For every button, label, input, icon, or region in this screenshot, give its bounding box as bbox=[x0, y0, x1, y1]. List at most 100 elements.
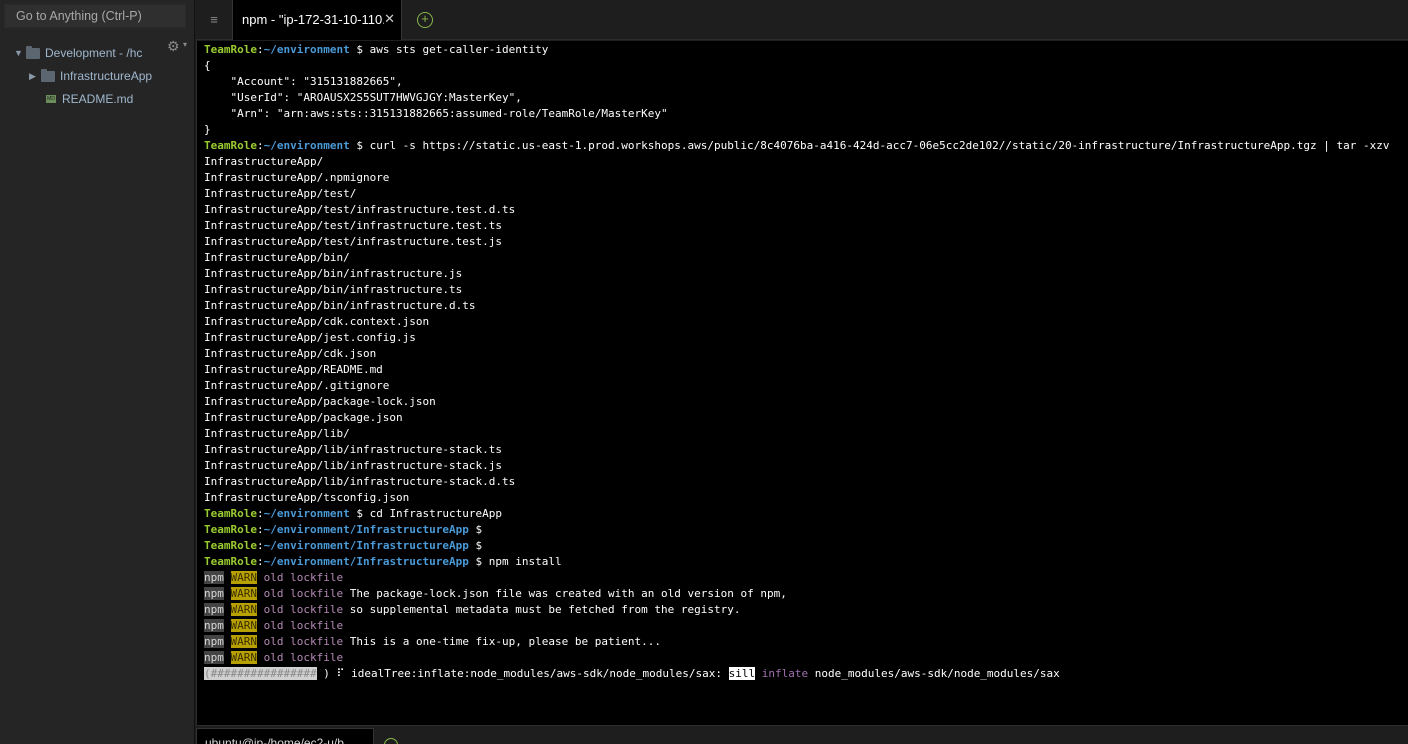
tree-item-label: InfrastructureApp bbox=[60, 69, 153, 83]
npm-tag: npm bbox=[204, 651, 224, 664]
terminal-panel[interactable]: TeamRole:~/environment $ aws sts get-cal… bbox=[196, 41, 1408, 725]
output-line: InfrastructureApp/bin/ bbox=[204, 251, 350, 264]
markdown-file-icon: MD bbox=[46, 95, 56, 103]
output-line: InfrastructureApp/tsconfig.json bbox=[204, 491, 410, 504]
progress-bar: (################ bbox=[204, 667, 317, 680]
tree-item-development[interactable]: ▼ Development - /hc bbox=[14, 44, 142, 62]
npm-warn-line: npm WARN old lockfile bbox=[204, 650, 1389, 666]
command-text: $ bbox=[468, 523, 483, 536]
warn-badge: WARN bbox=[230, 651, 257, 664]
npm-warn-line: npm WARN old lockfile The package-lock.j… bbox=[204, 586, 1389, 602]
prompt-path: ~/environment bbox=[263, 139, 350, 152]
output-line: InfrastructureApp/ bbox=[204, 155, 324, 168]
tab-title: npm - "ip-172-31-10-110.e bbox=[242, 12, 384, 27]
lockfile-tag: old lockfile bbox=[263, 635, 344, 648]
tree-item-label: README.md bbox=[62, 92, 134, 106]
bottom-panel-tabbar: ubuntu@ip-/home/ec2-u/b... bbox=[196, 725, 1408, 744]
chevron-down-icon[interactable]: ▾ bbox=[183, 40, 187, 49]
output-line: InfrastructureApp/.npmignore bbox=[204, 171, 390, 184]
prompt-role: TeamRole bbox=[204, 523, 257, 536]
lockfile-tag: old lockfile bbox=[263, 571, 344, 584]
output-line: InfrastructureApp/lib/ bbox=[204, 427, 350, 440]
output-line: InfrastructureApp/package.json bbox=[204, 411, 403, 424]
output-line: } bbox=[204, 123, 211, 136]
npm-warn-line: npm WARN old lockfile so supplemental me… bbox=[204, 602, 1389, 618]
command-text: $ npm install bbox=[468, 555, 562, 568]
prompt-role: TeamRole bbox=[204, 139, 257, 152]
npm-progress-line: (################ ) ⠏ idealTree:inflate:… bbox=[204, 666, 1389, 682]
warn-message: The package-lock.json file was created w… bbox=[343, 587, 787, 600]
command-text: $ aws sts get-caller-identity bbox=[349, 43, 549, 56]
tab-bar: ≡ npm - "ip-172-31-10-110.e ✕ + bbox=[196, 0, 1408, 40]
chevron-down-icon[interactable]: ▼ bbox=[14, 48, 26, 58]
folder-icon bbox=[26, 45, 40, 59]
output-line: InfrastructureApp/jest.config.js bbox=[204, 331, 416, 344]
output-line: InfrastructureApp/README.md bbox=[204, 363, 383, 376]
tab-bottom-terminal[interactable]: ubuntu@ip-/home/ec2-u/b... bbox=[196, 728, 374, 744]
lockfile-tag: old lockfile bbox=[263, 651, 344, 664]
warn-message: so supplemental metadata must be fetched… bbox=[343, 603, 741, 616]
output-line: InfrastructureApp/cdk.context.json bbox=[204, 315, 430, 328]
progress-close: ) bbox=[316, 667, 337, 680]
tree-item-label: Development - /hc bbox=[45, 46, 143, 60]
output-line: InfrastructureApp/cdk.json bbox=[204, 347, 377, 360]
npm-tag: npm bbox=[204, 619, 224, 632]
prompt-path: ~/environment bbox=[263, 43, 350, 56]
spinner-icon: ⠏ bbox=[336, 667, 345, 680]
progress-tail: node_modules/aws-sdk/node_modules/sax bbox=[808, 667, 1060, 680]
prompt-path: ~/environment/InfrastructureApp bbox=[263, 555, 469, 568]
lockfile-tag: old lockfile bbox=[263, 603, 344, 616]
chevron-right-icon[interactable]: ▶ bbox=[29, 71, 41, 82]
npm-warn-line: npm WARN old lockfile bbox=[204, 570, 1389, 586]
sill-badge: sill bbox=[728, 667, 756, 680]
tree-item-readme[interactable]: MD README.md bbox=[46, 90, 133, 108]
terminal-line: TeamRole:~/environment/InfrastructureApp… bbox=[204, 522, 1389, 538]
warn-badge: WARN bbox=[230, 571, 257, 584]
prompt-role: TeamRole bbox=[204, 43, 257, 56]
npm-warn-line: npm WARN old lockfile bbox=[204, 618, 1389, 634]
gear-icon[interactable]: ⚙ bbox=[167, 38, 180, 55]
output-line: InfrastructureApp/bin/infrastructure.js bbox=[204, 267, 463, 280]
inflate-tag: inflate bbox=[755, 667, 809, 680]
menu-icon[interactable]: ≡ bbox=[203, 11, 225, 29]
output-line: InfrastructureApp/.gitignore bbox=[204, 379, 390, 392]
tree-item-infrastructureapp[interactable]: ▶ InfrastructureApp bbox=[29, 67, 152, 85]
goto-anything-input[interactable]: Go to Anything (Ctrl-P) bbox=[4, 4, 186, 28]
output-line: InfrastructureApp/test/infrastructure.te… bbox=[204, 235, 503, 248]
prompt-colon: : bbox=[256, 507, 264, 520]
prompt-role: TeamRole bbox=[204, 555, 257, 568]
prompt-path: ~/environment/InfrastructureApp bbox=[263, 523, 469, 536]
npm-tag: npm bbox=[204, 635, 224, 648]
command-text: $ curl -s https://static.us-east-1.prod.… bbox=[349, 139, 1390, 152]
output-line: InfrastructureApp/bin/infrastructure.ts bbox=[204, 283, 463, 296]
output-line: InfrastructureApp/lib/infrastructure-sta… bbox=[204, 475, 516, 488]
npm-tag: npm bbox=[204, 571, 224, 584]
output-line: InfrastructureApp/test/infrastructure.te… bbox=[204, 203, 516, 216]
output-line: InfrastructureApp/lib/infrastructure-sta… bbox=[204, 443, 503, 456]
tab-title: ubuntu@ip-/home/ec2-u/b... bbox=[205, 736, 354, 744]
progress-text: idealTree:inflate:node_modules/aws-sdk/n… bbox=[344, 667, 729, 680]
add-tab-icon[interactable] bbox=[384, 738, 398, 744]
lockfile-tag: old lockfile bbox=[263, 619, 344, 632]
output-line: "UserId": "AROAUSX2S5SUT7HWVGJGY:MasterK… bbox=[204, 91, 522, 104]
add-tab-icon[interactable]: + bbox=[417, 12, 433, 28]
prompt-role: TeamRole bbox=[204, 539, 257, 552]
output-line: { bbox=[204, 59, 211, 72]
prompt-colon: : bbox=[256, 539, 264, 552]
warn-badge: WARN bbox=[230, 587, 257, 600]
npm-tag: npm bbox=[204, 603, 224, 616]
command-text: $ cd InfrastructureApp bbox=[349, 507, 503, 520]
output-line: "Arn": "arn:aws:sts::315131882665:assume… bbox=[204, 107, 668, 120]
prompt-path: ~/environment bbox=[263, 507, 350, 520]
lockfile-tag: old lockfile bbox=[263, 587, 344, 600]
warn-badge: WARN bbox=[230, 603, 257, 616]
output-line: InfrastructureApp/test/infrastructure.te… bbox=[204, 219, 503, 232]
close-icon[interactable]: ✕ bbox=[384, 11, 395, 27]
terminal-output: TeamRole:~/environment $ aws sts get-cal… bbox=[204, 42, 1389, 682]
command-text: $ bbox=[468, 539, 483, 552]
terminal-line: TeamRole:~/environment $ cd Infrastructu… bbox=[204, 506, 1389, 522]
prompt-colon: : bbox=[256, 555, 264, 568]
warn-badge: WARN bbox=[230, 635, 257, 648]
prompt-colon: : bbox=[256, 139, 264, 152]
tab-terminal[interactable]: npm - "ip-172-31-10-110.e ✕ bbox=[232, 0, 402, 40]
